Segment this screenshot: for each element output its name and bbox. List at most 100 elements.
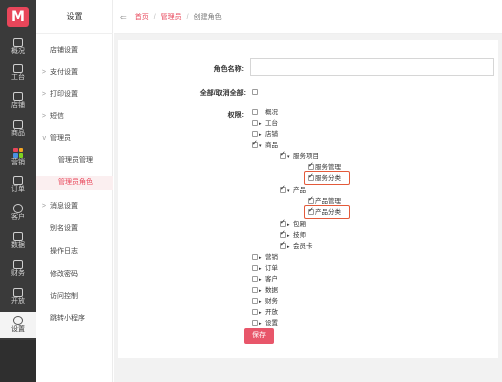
sidebar-item-change-password[interactable]: 修改密码	[36, 268, 113, 282]
bag-icon	[13, 120, 23, 129]
perm-checkbox[interactable]	[252, 265, 258, 272]
expand-right-icon[interactable]: ▸	[287, 232, 292, 241]
rail-item-desk[interactable]: 工台	[0, 60, 36, 86]
perm-member-card[interactable]: ▸会员卡	[280, 240, 313, 252]
role-name-input[interactable]	[250, 58, 494, 76]
rail-item-open[interactable]: 开放	[0, 284, 36, 310]
rail-item-label: 数据	[11, 242, 25, 249]
perm-checkbox[interactable]	[280, 240, 286, 250]
chart-icon	[13, 232, 23, 241]
perm-checkbox[interactable]	[252, 131, 258, 138]
expand-right-icon[interactable]: ▸	[287, 221, 292, 230]
perm-data[interactable]: ▸ 数据	[252, 286, 278, 295]
perm-checkbox[interactable]	[252, 254, 258, 261]
user-icon	[13, 204, 23, 213]
main-nav-rail: M 概况 工台 店铺 商品 营销 订单 客户 数据 财务 开放 设置	[0, 0, 36, 382]
perm-checkbox[interactable]	[308, 161, 314, 171]
sidebar-item-jump-miniprogram[interactable]: 跳转小程序	[36, 312, 113, 326]
rail-item-label: 营销	[11, 158, 25, 166]
sidebar-item-print-settings[interactable]: > 打印设置	[36, 88, 113, 102]
perm-settings[interactable]: ▸ 设置	[252, 319, 278, 328]
breadcrumb-home-link[interactable]: 首页	[135, 12, 149, 22]
expand-down-icon[interactable]: ▾	[259, 142, 264, 151]
permissions-label: 权限:	[227, 112, 244, 119]
sidebar-item-message-settings[interactable]: > 消息设置	[36, 200, 113, 214]
expand-right-icon[interactable]: ▸	[259, 287, 264, 296]
perm-checkbox[interactable]	[252, 109, 258, 116]
rail-item-settings[interactable]: 设置	[0, 312, 36, 338]
perm-checkbox[interactable]	[252, 309, 258, 316]
perm-checkbox[interactable]	[252, 120, 258, 127]
perm-orders[interactable]: ▸ 订单	[252, 264, 278, 273]
perm-label: 订单	[265, 265, 278, 272]
sidebar-item-alias-settings[interactable]: 别名设置	[36, 222, 113, 236]
perm-overview[interactable]: 概况	[252, 108, 278, 117]
expand-down-icon[interactable]: ▾	[287, 153, 292, 162]
sidebar-item-admins[interactable]: v 管理员	[36, 132, 113, 146]
perm-checkbox[interactable]	[252, 320, 258, 327]
app-logo[interactable]: M	[0, 0, 36, 34]
perm-open[interactable]: ▸ 开放	[252, 308, 278, 317]
rail-item-finance[interactable]: 财务	[0, 256, 36, 282]
rail-item-customers[interactable]: 客户	[0, 200, 36, 226]
store-icon	[13, 92, 23, 101]
perm-checkbox[interactable]	[252, 276, 258, 283]
sidebar-item-label: 店铺设置	[50, 47, 78, 54]
sidebar-item-admin-roles[interactable]: 管理员角色	[36, 176, 113, 190]
expand-right-icon[interactable]: ▸	[259, 120, 264, 129]
sidebar-item-operation-log[interactable]: 操作日志	[36, 245, 113, 259]
expand-right-icon[interactable]: ▸	[259, 131, 264, 140]
perm-desk[interactable]: ▸ 工台	[252, 119, 278, 128]
rail-item-orders[interactable]: 订单	[0, 172, 36, 198]
perm-technicians[interactable]: ▸技师	[280, 229, 306, 241]
sidebar-item-access-control[interactable]: 访问控制	[36, 290, 113, 304]
expand-right-icon[interactable]: ▸	[259, 254, 264, 263]
rail-item-products[interactable]: 商品	[0, 116, 36, 142]
perm-checkbox[interactable]	[252, 298, 258, 305]
sidebar-item-label: 修改密码	[50, 271, 78, 278]
perm-checkbox[interactable]	[252, 287, 258, 294]
perm-checkbox[interactable]	[252, 139, 258, 149]
breadcrumb-admin-link[interactable]: 管理员	[161, 12, 182, 22]
open-icon	[13, 288, 23, 297]
expand-right-icon[interactable]: ▸	[287, 243, 292, 252]
chevron-down-icon: v	[42, 135, 47, 142]
rail-item-marketing[interactable]: 营销	[0, 144, 36, 170]
create-role-form: 角色名称: 全部/取消全部: 权限: 概况 ▸工台 ▸店铺 ▾商品 ▾服务项目 …	[118, 40, 498, 358]
expand-right-icon[interactable]: ▸	[259, 276, 264, 285]
save-button[interactable]: 保存	[244, 328, 274, 344]
perm-label: 店铺	[265, 131, 278, 138]
perm-checkbox[interactable]	[280, 218, 286, 228]
sidebar-item-label: 访问控制	[50, 293, 78, 300]
perm-products[interactable]: ▾商品	[252, 139, 278, 151]
rail-item-overview[interactable]: 概况	[0, 34, 36, 60]
rail-item-store[interactable]: 店铺	[0, 88, 36, 114]
perm-product[interactable]: ▾产品	[280, 184, 306, 196]
perm-checkbox[interactable]	[308, 195, 314, 205]
sidebar-item-label: 管理员	[50, 135, 71, 142]
expand-right-icon[interactable]: ▸	[259, 265, 264, 274]
expand-right-icon[interactable]: ▸	[259, 298, 264, 307]
sidebar-item-store-settings[interactable]: 店铺设置	[36, 44, 113, 58]
breadcrumb: ⇐ 首页 / 管理员 / 创建角色	[120, 12, 222, 22]
perm-rooms[interactable]: ▸包厢	[280, 218, 306, 230]
perm-finance[interactable]: ▸ 财务	[252, 297, 278, 306]
perm-checkbox[interactable]	[280, 229, 286, 239]
perm-service-items[interactable]: ▾服务项目	[280, 150, 319, 162]
perm-checkbox[interactable]	[280, 150, 286, 160]
perm-marketing[interactable]: ▸ 营销	[252, 253, 278, 262]
rail-item-data[interactable]: 数据	[0, 228, 36, 254]
sidebar-item-admin-management[interactable]: 管理员管理	[36, 154, 113, 168]
select-all-checkbox[interactable]	[252, 89, 258, 95]
breadcrumb-current: 创建角色	[193, 14, 222, 21]
perm-store[interactable]: ▸ 店铺	[252, 130, 278, 139]
sidebar-item-payment-settings[interactable]: > 支付设置	[36, 66, 113, 80]
perm-customers[interactable]: ▸ 客户	[252, 275, 278, 284]
highlight-box	[304, 205, 350, 219]
perm-checkbox[interactable]	[280, 184, 286, 194]
expand-right-icon[interactable]: ▸	[259, 309, 264, 318]
expand-down-icon[interactable]: ▾	[287, 187, 292, 196]
sidebar-item-sms[interactable]: > 短信	[36, 110, 113, 124]
rail-item-label: 客户	[11, 214, 25, 221]
back-arrow-icon[interactable]: ⇐	[120, 13, 127, 22]
